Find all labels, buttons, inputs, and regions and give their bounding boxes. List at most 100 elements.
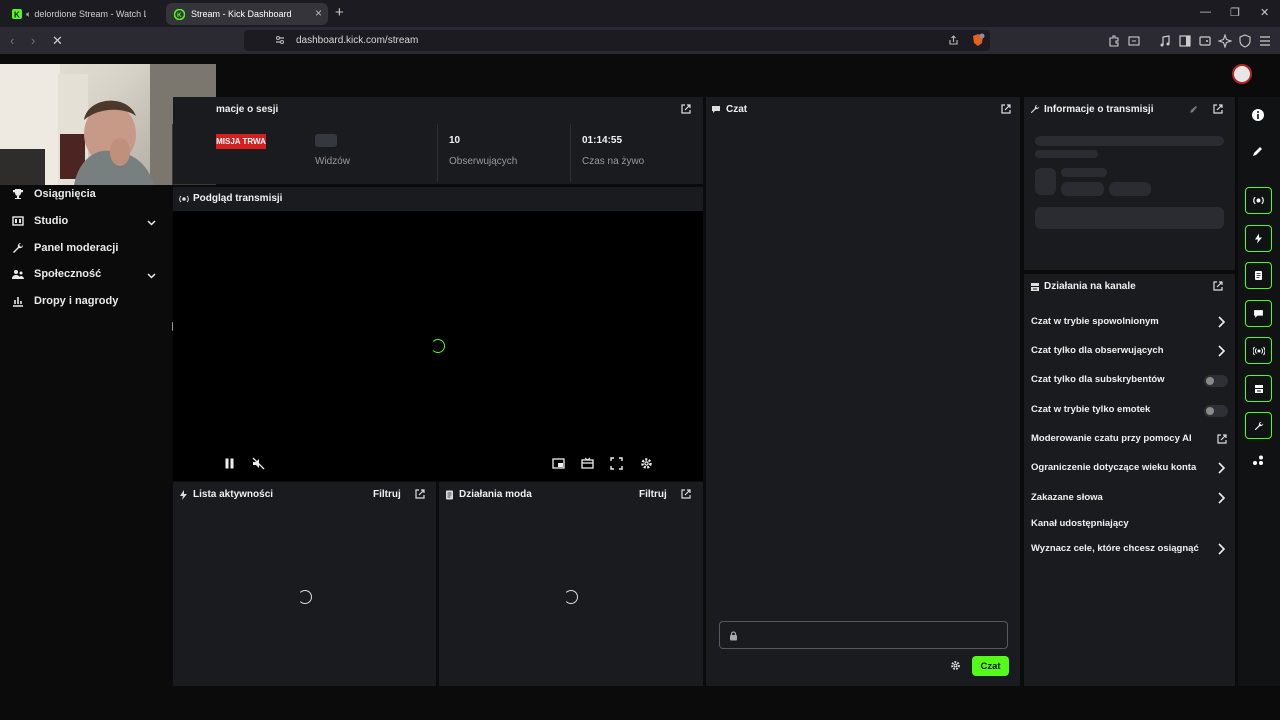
user-avatar[interactable] (1232, 64, 1252, 84)
chevron-right-icon[interactable] (1216, 345, 1226, 357)
chevron-right-icon[interactable] (1216, 462, 1226, 474)
viewer-count-loading (315, 134, 337, 147)
address-bar[interactable]: dashboard.kick.com/stream (244, 30, 990, 51)
followers-only-action[interactable]: Czat tylko dla obserwujących (1031, 345, 1164, 356)
chevron-right-icon[interactable] (1216, 492, 1226, 504)
brave-shield-icon[interactable] (971, 33, 985, 47)
music-icon[interactable] (1158, 34, 1172, 48)
subscribers-only-toggle[interactable] (1204, 375, 1228, 387)
browser-tab-inactive[interactable]: K 🔈︎ delordione Stream - Watch Live o (4, 3, 160, 25)
channel-actions-icon (1031, 283, 1039, 291)
site-settings-icon[interactable] (274, 34, 286, 46)
extensions-icon[interactable] (1107, 34, 1121, 48)
emote-only-label: Czat w trybie tylko emotek (1031, 404, 1151, 415)
chevron-down-icon[interactable] (146, 270, 157, 281)
chevron-right-icon[interactable] (1216, 316, 1226, 328)
filter-button[interactable]: Filtruj (373, 489, 401, 500)
ai-moderation-action[interactable]: Moderowanie czatu przy pomocy AI (1031, 433, 1192, 444)
panel-title: Informacje o transmisji (1044, 104, 1154, 115)
more-widgets-icon[interactable] (1251, 454, 1265, 468)
browser-toolbar: ‹ › ✕ dashboard.kick.com/stream (0, 27, 1280, 54)
wallet-icon[interactable] (1198, 34, 1212, 48)
loading-spinner (298, 590, 312, 604)
new-tab-button[interactable]: + (335, 4, 344, 21)
popout-icon[interactable] (681, 489, 691, 499)
minimize-button[interactable]: — (1200, 6, 1211, 18)
stat-value: 01:14:55 (582, 135, 623, 146)
chat-settings-icon[interactable] (950, 660, 961, 671)
loading-placeholder (1035, 136, 1224, 146)
rail-stream-button[interactable] (1245, 337, 1272, 364)
sidebar-item-moderation[interactable]: Panel moderacji (12, 242, 118, 254)
popout-icon[interactable] (1213, 281, 1223, 291)
dashboard-page: Osiągnięcia Studio Panel moderacji Społe… (0, 54, 1280, 720)
chat-message-input[interactable] (719, 621, 1008, 649)
muted-icon[interactable] (252, 457, 265, 470)
info-icon[interactable] (1251, 108, 1265, 122)
rail-chat-button[interactable] (1245, 300, 1272, 327)
tab-title: delordione Stream - Watch Live o (34, 9, 147, 19)
send-chat-button[interactable]: Czat (972, 656, 1009, 676)
sidebar-item-label: Studio (34, 215, 69, 227)
picture-in-picture-icon[interactable] (552, 457, 565, 470)
forward-button[interactable]: › (31, 33, 35, 48)
rail-preview-button[interactable] (1245, 187, 1272, 214)
restore-button[interactable]: ❐ (1230, 6, 1240, 19)
pause-icon[interactable] (223, 457, 236, 470)
rail-mod-actions-button[interactable] (1245, 262, 1272, 289)
slow-mode-action[interactable]: Czat w trybie spowolnionym (1031, 316, 1159, 327)
chevron-down-icon[interactable] (146, 217, 157, 228)
sidebar-item-studio[interactable]: Studio (12, 215, 68, 227)
sidebar-item-achievements[interactable]: Osiągnięcia (12, 188, 96, 200)
banned-words-action[interactable]: Zakazane słowa (1031, 492, 1103, 503)
set-goals-action[interactable]: Wyznacz cele, które chcesz osiągnąć (1031, 543, 1199, 554)
external-link-icon[interactable] (1217, 434, 1227, 444)
account-age-action[interactable]: Ograniczenie dotyczące wieku konta (1031, 462, 1196, 473)
stat-label: Obserwujących (449, 156, 518, 167)
popout-icon[interactable] (1213, 104, 1223, 114)
chat-bubble-icon (1254, 309, 1263, 318)
edit-pencil-icon[interactable] (1189, 105, 1198, 114)
close-window-button[interactable]: ✕ (1260, 6, 1269, 19)
panel-title: Działania moda (459, 489, 532, 500)
popout-icon[interactable] (1001, 104, 1011, 114)
loading-placeholder (1035, 207, 1224, 229)
kick-favicon-icon: K (12, 9, 22, 19)
filter-button[interactable]: Filtruj (639, 489, 667, 500)
ai-sparkle-icon[interactable] (1218, 34, 1232, 48)
drops-icon (13, 297, 23, 307)
fullscreen-icon[interactable] (610, 457, 623, 470)
theater-mode-icon[interactable] (581, 457, 594, 470)
edit-pencil-icon[interactable] (1251, 144, 1265, 158)
rail-stream-info-button[interactable] (1245, 412, 1272, 439)
rail-activity-button[interactable] (1245, 225, 1272, 252)
screenshot-icon[interactable] (1127, 34, 1141, 48)
browser-tab-active[interactable]: K Stream - Kick Dashboard × (166, 3, 328, 25)
divider (437, 124, 438, 182)
vpn-shield-icon[interactable] (1238, 34, 1252, 48)
settings-gear-icon[interactable] (640, 457, 653, 470)
loading-placeholder (1035, 150, 1098, 158)
menu-icon[interactable] (1258, 34, 1272, 48)
sidebar-item-drops[interactable]: Dropy i nagrody (12, 295, 118, 307)
channel-actions-icon (1254, 384, 1263, 393)
share-icon[interactable] (947, 34, 959, 46)
rail-channel-actions-button[interactable] (1245, 375, 1272, 402)
popout-icon[interactable] (415, 489, 425, 499)
stop-loading-button[interactable]: ✕ (52, 33, 63, 49)
tab-title: Stream - Kick Dashboard (191, 9, 292, 19)
back-button[interactable]: ‹ (10, 33, 14, 48)
community-icon (12, 270, 24, 279)
sidebar-item-community[interactable]: Społeczność (12, 268, 101, 280)
sharing-channel-label: Kanał udostępniający (1031, 518, 1129, 529)
sidebar-item-label: Osiągnięcia (34, 188, 96, 200)
emote-only-toggle[interactable] (1204, 405, 1228, 417)
speaker-icon: 🔈︎ (26, 8, 32, 19)
wrench-icon (1254, 421, 1263, 430)
document-icon (446, 490, 453, 500)
sidebar-toggle-icon[interactable] (1178, 34, 1192, 48)
chevron-right-icon[interactable] (1216, 543, 1226, 555)
panel-title: macje o sesji (216, 104, 279, 115)
popout-icon[interactable] (681, 104, 691, 114)
close-tab-icon[interactable]: × (315, 7, 322, 19)
